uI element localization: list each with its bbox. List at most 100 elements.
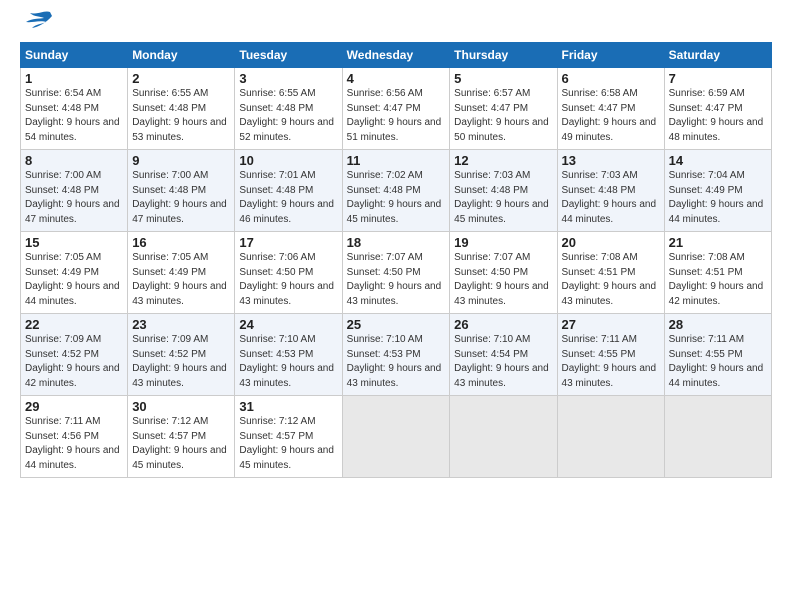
calendar-day-cell: 13 Sunrise: 7:03 AM Sunset: 4:48 PM Dayl… bbox=[557, 150, 664, 232]
day-number: 29 bbox=[25, 399, 123, 414]
day-number: 15 bbox=[25, 235, 123, 250]
logo bbox=[20, 18, 54, 32]
day-detail: Sunrise: 7:05 AM Sunset: 4:49 PM Dayligh… bbox=[25, 251, 123, 309]
calendar-day-cell: 7 Sunrise: 6:59 AM Sunset: 4:47 PM Dayli… bbox=[664, 68, 771, 150]
day-number: 1 bbox=[25, 71, 123, 86]
calendar-day-cell: 25 Sunrise: 7:10 AM Sunset: 4:53 PM Dayl… bbox=[342, 314, 450, 396]
calendar-day-cell bbox=[450, 396, 557, 478]
day-detail: Sunrise: 6:56 AM Sunset: 4:47 PM Dayligh… bbox=[347, 87, 446, 145]
day-number: 21 bbox=[669, 235, 767, 250]
calendar-day-cell: 9 Sunrise: 7:00 AM Sunset: 4:48 PM Dayli… bbox=[128, 150, 235, 232]
calendar-day-header: Tuesday bbox=[235, 43, 342, 68]
day-number: 5 bbox=[454, 71, 552, 86]
calendar-day-cell: 16 Sunrise: 7:05 AM Sunset: 4:49 PM Dayl… bbox=[128, 232, 235, 314]
day-number: 23 bbox=[132, 317, 230, 332]
calendar-week-row: 29 Sunrise: 7:11 AM Sunset: 4:56 PM Dayl… bbox=[21, 396, 772, 478]
day-detail: Sunrise: 7:00 AM Sunset: 4:48 PM Dayligh… bbox=[25, 169, 123, 227]
calendar-day-cell: 29 Sunrise: 7:11 AM Sunset: 4:56 PM Dayl… bbox=[21, 396, 128, 478]
day-number: 17 bbox=[239, 235, 337, 250]
day-number: 6 bbox=[562, 71, 660, 86]
logo-bird-icon bbox=[22, 10, 54, 32]
calendar-day-cell: 28 Sunrise: 7:11 AM Sunset: 4:55 PM Dayl… bbox=[664, 314, 771, 396]
day-detail: Sunrise: 7:10 AM Sunset: 4:53 PM Dayligh… bbox=[347, 333, 446, 391]
day-number: 20 bbox=[562, 235, 660, 250]
day-detail: Sunrise: 6:59 AM Sunset: 4:47 PM Dayligh… bbox=[669, 87, 767, 145]
calendar-day-cell: 31 Sunrise: 7:12 AM Sunset: 4:57 PM Dayl… bbox=[235, 396, 342, 478]
day-detail: Sunrise: 7:03 AM Sunset: 4:48 PM Dayligh… bbox=[454, 169, 552, 227]
calendar-day-cell: 4 Sunrise: 6:56 AM Sunset: 4:47 PM Dayli… bbox=[342, 68, 450, 150]
calendar-day-cell: 26 Sunrise: 7:10 AM Sunset: 4:54 PM Dayl… bbox=[450, 314, 557, 396]
day-number: 28 bbox=[669, 317, 767, 332]
calendar-day-cell: 5 Sunrise: 6:57 AM Sunset: 4:47 PM Dayli… bbox=[450, 68, 557, 150]
day-detail: Sunrise: 7:03 AM Sunset: 4:48 PM Dayligh… bbox=[562, 169, 660, 227]
day-number: 3 bbox=[239, 71, 337, 86]
day-number: 27 bbox=[562, 317, 660, 332]
day-number: 13 bbox=[562, 153, 660, 168]
header bbox=[20, 18, 772, 32]
day-detail: Sunrise: 7:12 AM Sunset: 4:57 PM Dayligh… bbox=[132, 415, 230, 473]
day-number: 11 bbox=[347, 153, 446, 168]
calendar-day-cell: 12 Sunrise: 7:03 AM Sunset: 4:48 PM Dayl… bbox=[450, 150, 557, 232]
day-detail: Sunrise: 7:06 AM Sunset: 4:50 PM Dayligh… bbox=[239, 251, 337, 309]
calendar-day-cell: 11 Sunrise: 7:02 AM Sunset: 4:48 PM Dayl… bbox=[342, 150, 450, 232]
day-detail: Sunrise: 7:08 AM Sunset: 4:51 PM Dayligh… bbox=[562, 251, 660, 309]
calendar-day-cell: 20 Sunrise: 7:08 AM Sunset: 4:51 PM Dayl… bbox=[557, 232, 664, 314]
day-number: 30 bbox=[132, 399, 230, 414]
calendar-day-header: Monday bbox=[128, 43, 235, 68]
day-detail: Sunrise: 7:00 AM Sunset: 4:48 PM Dayligh… bbox=[132, 169, 230, 227]
day-detail: Sunrise: 7:02 AM Sunset: 4:48 PM Dayligh… bbox=[347, 169, 446, 227]
calendar-day-cell: 19 Sunrise: 7:07 AM Sunset: 4:50 PM Dayl… bbox=[450, 232, 557, 314]
calendar-day-cell: 3 Sunrise: 6:55 AM Sunset: 4:48 PM Dayli… bbox=[235, 68, 342, 150]
calendar-day-cell: 1 Sunrise: 6:54 AM Sunset: 4:48 PM Dayli… bbox=[21, 68, 128, 150]
calendar-header-row: SundayMondayTuesdayWednesdayThursdayFrid… bbox=[21, 43, 772, 68]
day-number: 7 bbox=[669, 71, 767, 86]
day-number: 18 bbox=[347, 235, 446, 250]
calendar-day-header: Friday bbox=[557, 43, 664, 68]
day-number: 19 bbox=[454, 235, 552, 250]
day-detail: Sunrise: 6:58 AM Sunset: 4:47 PM Dayligh… bbox=[562, 87, 660, 145]
calendar-day-cell: 10 Sunrise: 7:01 AM Sunset: 4:48 PM Dayl… bbox=[235, 150, 342, 232]
day-detail: Sunrise: 6:57 AM Sunset: 4:47 PM Dayligh… bbox=[454, 87, 552, 145]
calendar-day-cell bbox=[664, 396, 771, 478]
day-number: 14 bbox=[669, 153, 767, 168]
day-number: 25 bbox=[347, 317, 446, 332]
day-detail: Sunrise: 7:10 AM Sunset: 4:54 PM Dayligh… bbox=[454, 333, 552, 391]
day-number: 31 bbox=[239, 399, 337, 414]
day-detail: Sunrise: 6:55 AM Sunset: 4:48 PM Dayligh… bbox=[132, 87, 230, 145]
page: SundayMondayTuesdayWednesdayThursdayFrid… bbox=[0, 0, 792, 612]
day-number: 4 bbox=[347, 71, 446, 86]
calendar-day-cell: 8 Sunrise: 7:00 AM Sunset: 4:48 PM Dayli… bbox=[21, 150, 128, 232]
calendar-day-cell: 27 Sunrise: 7:11 AM Sunset: 4:55 PM Dayl… bbox=[557, 314, 664, 396]
calendar-day-cell: 6 Sunrise: 6:58 AM Sunset: 4:47 PM Dayli… bbox=[557, 68, 664, 150]
day-detail: Sunrise: 7:12 AM Sunset: 4:57 PM Dayligh… bbox=[239, 415, 337, 473]
day-detail: Sunrise: 6:54 AM Sunset: 4:48 PM Dayligh… bbox=[25, 87, 123, 145]
day-number: 10 bbox=[239, 153, 337, 168]
calendar-week-row: 8 Sunrise: 7:00 AM Sunset: 4:48 PM Dayli… bbox=[21, 150, 772, 232]
calendar-day-header: Saturday bbox=[664, 43, 771, 68]
calendar-day-cell: 18 Sunrise: 7:07 AM Sunset: 4:50 PM Dayl… bbox=[342, 232, 450, 314]
day-detail: Sunrise: 7:09 AM Sunset: 4:52 PM Dayligh… bbox=[25, 333, 123, 391]
calendar-day-cell: 23 Sunrise: 7:09 AM Sunset: 4:52 PM Dayl… bbox=[128, 314, 235, 396]
day-detail: Sunrise: 7:05 AM Sunset: 4:49 PM Dayligh… bbox=[132, 251, 230, 309]
day-detail: Sunrise: 7:07 AM Sunset: 4:50 PM Dayligh… bbox=[454, 251, 552, 309]
day-number: 22 bbox=[25, 317, 123, 332]
day-number: 16 bbox=[132, 235, 230, 250]
day-number: 24 bbox=[239, 317, 337, 332]
calendar-day-cell: 22 Sunrise: 7:09 AM Sunset: 4:52 PM Dayl… bbox=[21, 314, 128, 396]
day-detail: Sunrise: 7:09 AM Sunset: 4:52 PM Dayligh… bbox=[132, 333, 230, 391]
calendar-day-cell: 15 Sunrise: 7:05 AM Sunset: 4:49 PM Dayl… bbox=[21, 232, 128, 314]
day-number: 9 bbox=[132, 153, 230, 168]
calendar-day-cell: 30 Sunrise: 7:12 AM Sunset: 4:57 PM Dayl… bbox=[128, 396, 235, 478]
day-number: 8 bbox=[25, 153, 123, 168]
day-number: 2 bbox=[132, 71, 230, 86]
calendar-week-row: 22 Sunrise: 7:09 AM Sunset: 4:52 PM Dayl… bbox=[21, 314, 772, 396]
calendar-day-cell: 24 Sunrise: 7:10 AM Sunset: 4:53 PM Dayl… bbox=[235, 314, 342, 396]
calendar-week-row: 1 Sunrise: 6:54 AM Sunset: 4:48 PM Dayli… bbox=[21, 68, 772, 150]
calendar-day-cell: 21 Sunrise: 7:08 AM Sunset: 4:51 PM Dayl… bbox=[664, 232, 771, 314]
day-detail: Sunrise: 7:11 AM Sunset: 4:55 PM Dayligh… bbox=[669, 333, 767, 391]
calendar-week-row: 15 Sunrise: 7:05 AM Sunset: 4:49 PM Dayl… bbox=[21, 232, 772, 314]
calendar-day-cell bbox=[557, 396, 664, 478]
calendar-day-header: Sunday bbox=[21, 43, 128, 68]
day-detail: Sunrise: 6:55 AM Sunset: 4:48 PM Dayligh… bbox=[239, 87, 337, 145]
calendar-day-cell: 2 Sunrise: 6:55 AM Sunset: 4:48 PM Dayli… bbox=[128, 68, 235, 150]
